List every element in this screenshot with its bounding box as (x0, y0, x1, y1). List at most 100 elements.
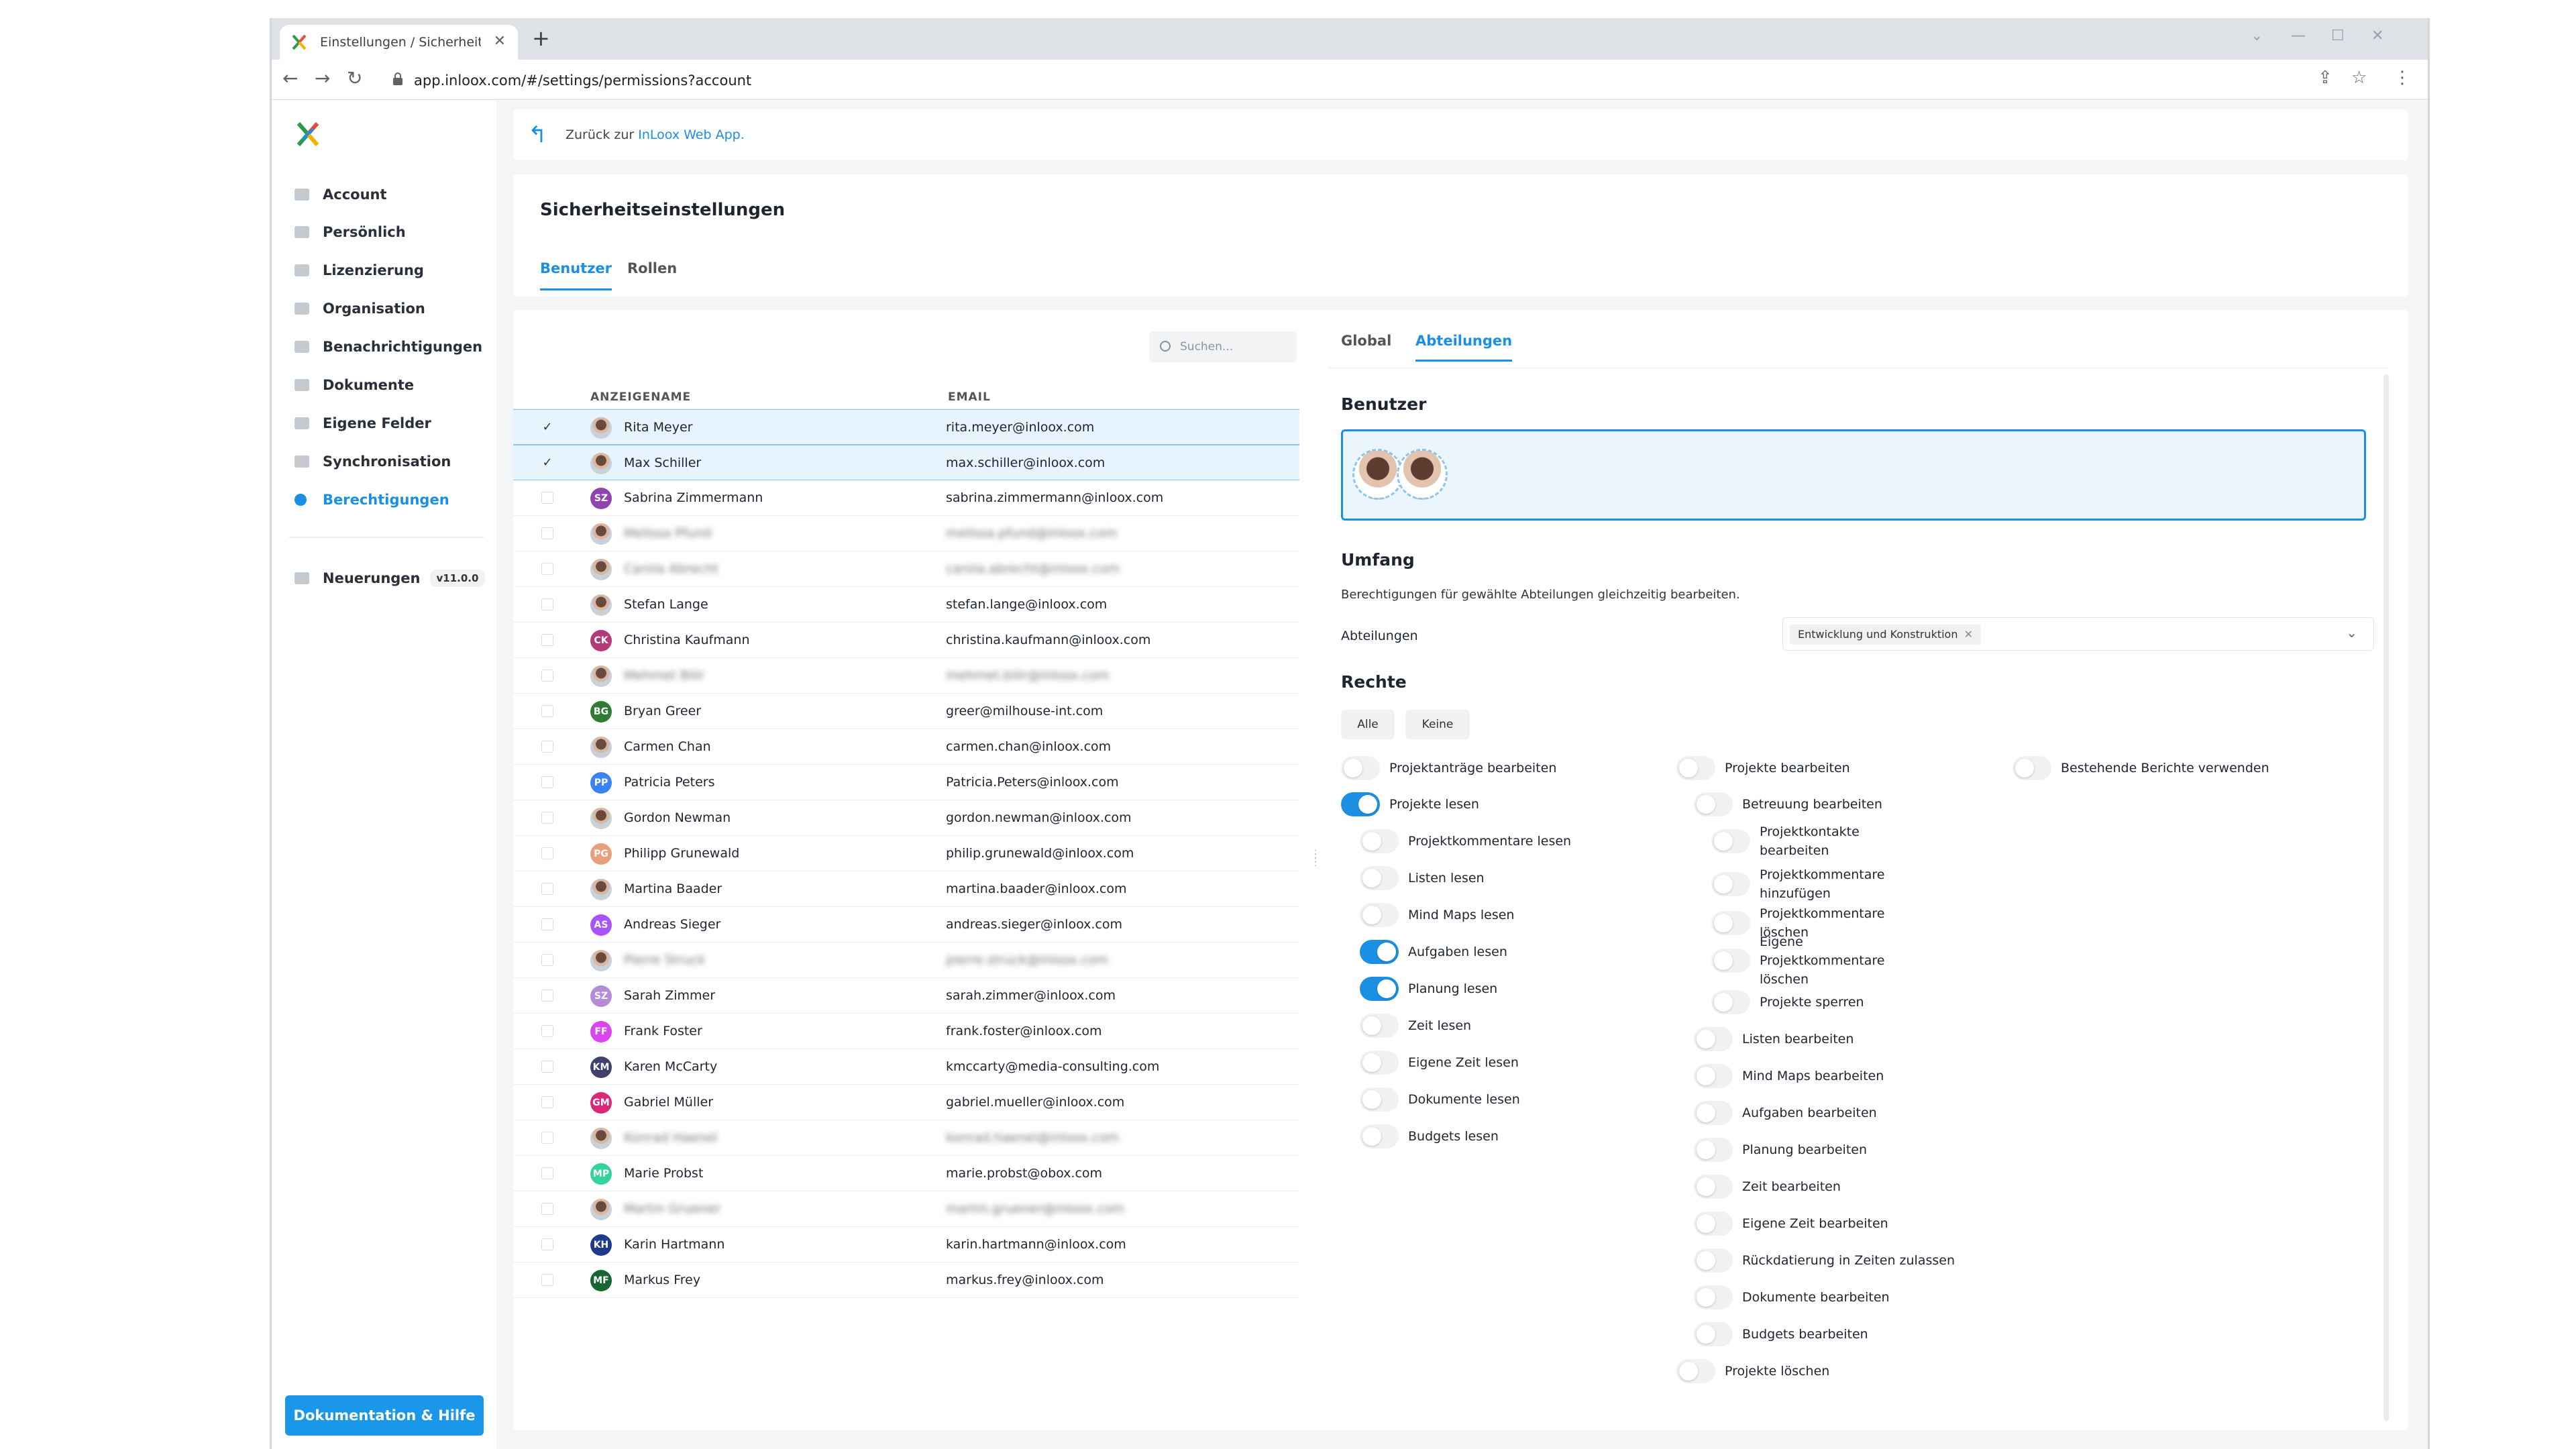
row-checkbox[interactable] (541, 812, 553, 824)
toggle-switch-off[interactable] (2012, 756, 2051, 780)
table-row[interactable]: Martina Baader martina.baader@inloox.com (513, 871, 1299, 907)
back-arrow-icon[interactable]: ← (282, 68, 298, 89)
row-checkbox-checked[interactable]: ✓ (541, 457, 553, 469)
minimize-icon[interactable]: — (2291, 28, 2306, 44)
row-checkbox[interactable] (541, 669, 553, 682)
table-row[interactable]: MP Marie Probst marie.probst@obox.com (513, 1156, 1299, 1191)
table-row[interactable]: MF Markus Frey markus.frey@inloox.com (513, 1263, 1299, 1298)
sidebar-item-eigene-felder[interactable]: Eigene Felder (294, 410, 431, 437)
row-checkbox[interactable] (541, 1132, 553, 1144)
toggle-switch-off[interactable] (1711, 990, 1750, 1014)
user-search-input[interactable]: Suchen... (1149, 331, 1297, 362)
toggle-switch-off[interactable] (1711, 829, 1750, 853)
table-row[interactable]: KM Karen McCarty kmccarty@media-consulting… (513, 1049, 1299, 1085)
table-row[interactable]: Carola Abrecht carola.abrecht@inloox.com (513, 551, 1299, 587)
toggle-switch-off[interactable] (1694, 1027, 1733, 1051)
toggle-switch-off[interactable] (1694, 1212, 1733, 1236)
toggle-switch-off[interactable] (1694, 1285, 1733, 1309)
sidebar-item-berechtigungen[interactable]: Berechtigungen (294, 486, 449, 513)
remove-chip-icon[interactable]: ✕ (1964, 628, 1973, 641)
table-row[interactable]: Pierre Struck pierre.struck@inloox.com (513, 943, 1299, 978)
toggle-switch-off[interactable] (1360, 1051, 1399, 1075)
row-checkbox[interactable] (541, 741, 553, 753)
toggle-switch-on[interactable] (1360, 940, 1399, 964)
back-to-app-icon[interactable]: ↰ (528, 121, 547, 148)
table-row[interactable]: AS Andreas Sieger andreas.sieger@inloox.co… (513, 907, 1299, 943)
tab-global[interactable]: Global (1341, 333, 1391, 360)
toggle-switch-off[interactable] (1360, 1087, 1399, 1112)
toggle-switch-off[interactable] (1711, 911, 1750, 935)
sidebar-item-neuerungen[interactable]: Neuerungen v11.0.0 (294, 565, 486, 592)
toggle-switch-off[interactable] (1711, 949, 1750, 973)
row-checkbox[interactable] (541, 634, 553, 646)
table-row[interactable]: GM Gabriel Müller gabriel.mueller@inloox.c… (513, 1085, 1299, 1120)
forward-arrow-icon[interactable]: → (315, 68, 330, 89)
row-checkbox[interactable] (541, 705, 553, 717)
row-checkbox-checked[interactable]: ✓ (541, 421, 553, 433)
sidebar-item-benachrichtigungen[interactable]: Benachrichtigungen (294, 333, 482, 360)
row-checkbox[interactable] (541, 989, 553, 1002)
toggle-switch-off[interactable] (1360, 866, 1399, 890)
row-checkbox[interactable] (541, 1096, 553, 1108)
row-checkbox[interactable] (541, 492, 553, 504)
table-row[interactable]: Mehmet Bilir mehmet.bilir@inloox.com (513, 658, 1299, 694)
row-checkbox[interactable] (541, 1238, 553, 1250)
departments-select[interactable]: Entwicklung und Konstruktion ✕ ⌄ (1782, 617, 2374, 651)
table-row[interactable]: PG Philipp Grunewald philip.grunewald@inlo… (513, 836, 1299, 871)
row-checkbox[interactable] (541, 1203, 553, 1215)
toggle-switch-off[interactable] (1360, 903, 1399, 927)
toggle-switch-on[interactable] (1341, 792, 1380, 816)
toggle-switch-off[interactable] (1694, 1322, 1733, 1346)
toggle-switch-off[interactable] (1676, 1359, 1715, 1383)
row-checkbox[interactable] (541, 954, 553, 966)
toggle-switch-off[interactable] (1694, 1064, 1733, 1088)
sidebar-item-account[interactable]: Account (294, 181, 387, 208)
tab-search-icon[interactable]: ⌄ (2251, 28, 2263, 44)
sidebar-item-synchronisation[interactable]: Synchronisation (294, 448, 451, 475)
row-checkbox[interactable] (541, 598, 553, 610)
maximize-icon[interactable]: ☐ (2331, 28, 2345, 44)
browser-tab[interactable]: Einstellungen / Sicherheitseinste ✕ (280, 25, 518, 60)
tab-rollen[interactable]: Rollen (627, 260, 677, 288)
sidebar-item-dokumente[interactable]: Dokumente (294, 372, 414, 398)
table-row[interactable]: ✓ Max Schiller max.schiller@inloox.com (513, 445, 1299, 480)
select-none-button[interactable]: Keine (1405, 710, 1470, 739)
table-row[interactable]: Martin Gruener martin.gruener@inloox.com (513, 1191, 1299, 1227)
row-checkbox[interactable] (541, 883, 553, 895)
reload-icon[interactable]: ↻ (347, 68, 362, 89)
scrollbar[interactable] (2383, 374, 2389, 1421)
column-header-name[interactable]: ANZEIGENAME (590, 390, 691, 404)
table-row[interactable]: Melissa Pfund melissa.pfund@inloox.com (513, 516, 1299, 551)
sidebar-item-lizenzierung[interactable]: Lizenzierung (294, 257, 424, 284)
select-all-button[interactable]: Alle (1341, 710, 1395, 739)
back-to-app-link[interactable]: InLoox Web App. (638, 127, 744, 142)
toggle-switch-off[interactable] (1694, 1248, 1733, 1273)
new-tab-icon[interactable]: + (532, 28, 550, 49)
row-checkbox[interactable] (541, 527, 553, 539)
tab-abteilungen[interactable]: Abteilungen (1415, 333, 1513, 362)
sidebar-item-organisation[interactable]: Organisation (294, 295, 425, 322)
toggle-switch-off[interactable] (1360, 829, 1399, 853)
table-row[interactable]: Gordon Newman gordon.newman@inloox.com (513, 800, 1299, 836)
table-row[interactable]: Carmen Chan carmen.chan@inloox.com (513, 729, 1299, 765)
avatar[interactable] (1397, 449, 1448, 500)
row-checkbox[interactable] (541, 776, 553, 788)
row-checkbox[interactable] (541, 1025, 553, 1037)
url-field[interactable]: app.inloox.com/#/settings/permissions?ac… (379, 66, 2365, 94)
tab-benutzer[interactable]: Benutzer (540, 260, 612, 290)
table-row[interactable]: Konrad Haenel konrad.haenel@inloox.com (513, 1120, 1299, 1156)
toggle-switch-off[interactable] (1676, 756, 1715, 780)
row-checkbox[interactable] (541, 918, 553, 930)
close-tab-icon[interactable]: ✕ (494, 33, 506, 50)
column-header-email[interactable]: EMAIL (948, 390, 991, 404)
share-icon[interactable]: ⇪ (2318, 68, 2332, 88)
table-row[interactable]: CK Christina Kaufmann christina.kaufmann@i… (513, 623, 1299, 658)
sidebar-item-persoenlich[interactable]: Persönlich (294, 219, 406, 246)
table-row[interactable]: KH Karin Hartmann karin.hartmann@inloox.co… (513, 1227, 1299, 1263)
toggle-switch-off[interactable] (1694, 1101, 1733, 1125)
browser-menu-icon[interactable]: ⋮ (2394, 68, 2411, 88)
table-row[interactable]: Stefan Lange stefan.lange@inloox.com (513, 587, 1299, 623)
toggle-switch-on[interactable] (1360, 977, 1399, 1001)
resize-handle[interactable]: ⋮ ⋮ ⋮ (1310, 849, 1321, 867)
row-checkbox[interactable] (541, 1274, 553, 1286)
